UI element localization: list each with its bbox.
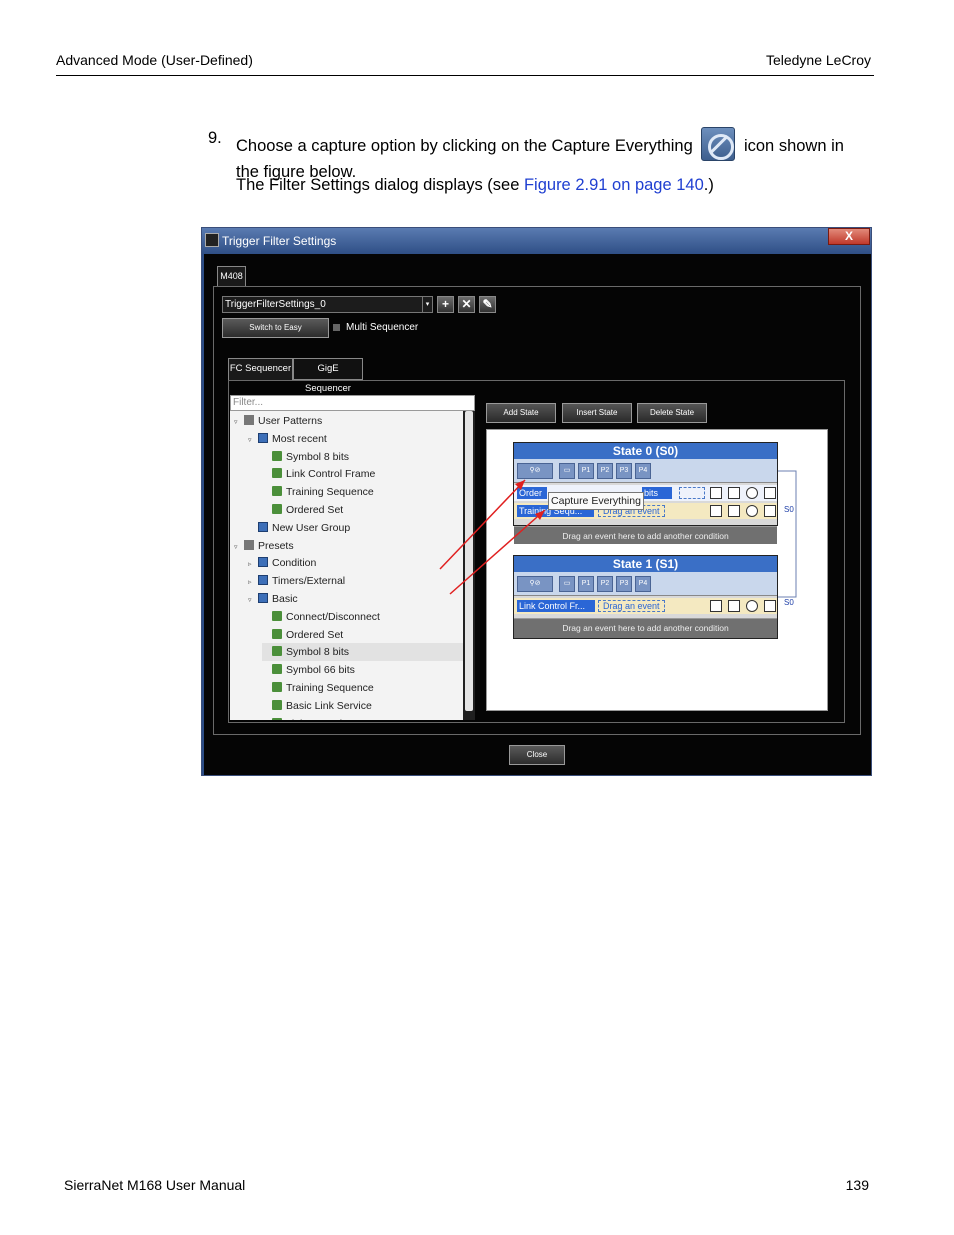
footer-left: SierraNet M168 User Manual — [64, 1177, 246, 1193]
annotation-arrow — [449, 509, 546, 595]
step-number: 9. — [208, 129, 222, 147]
header-rule — [56, 75, 874, 76]
step-result: The Filter Settings dialog displays (see… — [236, 176, 714, 195]
annotation-overlay — [439, 470, 797, 598]
capture-everything-tooltip: Capture Everything — [548, 492, 644, 510]
step-text-before: Choose a capture option by clicking on t… — [236, 137, 693, 155]
trigger-filter-settings-window: Trigger Filter Settings X M408 TriggerFi… — [201, 227, 872, 776]
result-suffix: .) — [703, 176, 714, 194]
figure-link[interactable]: Figure 2.91 on page 140 — [524, 176, 704, 194]
state-link-line — [778, 470, 797, 598]
page-number: 139 — [845, 1177, 869, 1193]
running-header-left: Advanced Mode (User-Defined) — [56, 52, 253, 68]
close-button[interactable]: Close — [509, 745, 565, 765]
result-prefix: The Filter Settings dialog displays (see — [236, 176, 524, 194]
running-header-right: Teledyne LeCroy — [765, 52, 871, 68]
step-text: Choose a capture option by clicking on t… — [236, 127, 868, 183]
capture-everything-icon — [701, 127, 736, 161]
annotation-arrow — [439, 479, 526, 570]
